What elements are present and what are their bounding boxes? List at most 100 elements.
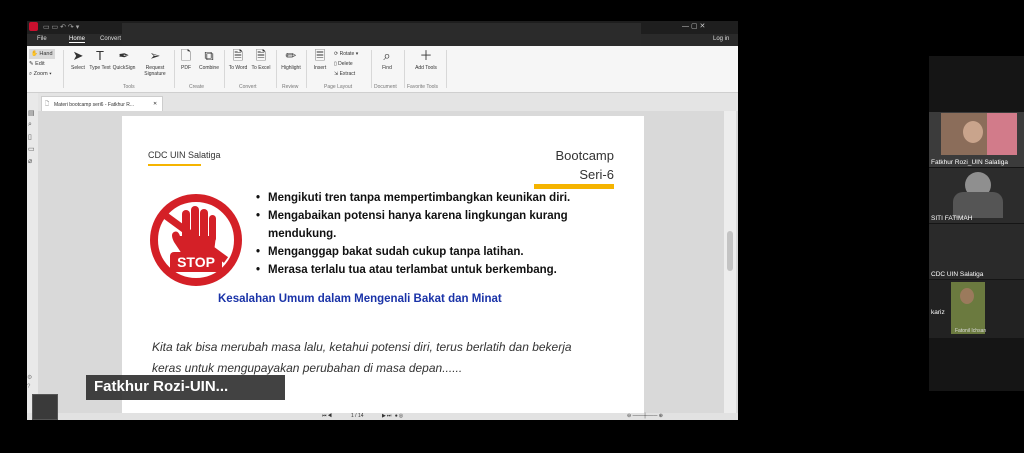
bullet-item: • Mengabaikan potensi hanya karena lingku… [256,210,568,222]
participant-face [960,288,974,304]
menu-file[interactable]: File [37,36,47,42]
shared-screen-app-window: ▭ ▭ ↶ ↷ ▾ — ▢ ✕ File Home Convert Log in… [27,21,738,420]
tool-to-excel[interactable]: 🗎 To Excel [248,48,274,72]
slide-title-line2: Seri-6 [579,167,614,182]
separator [446,50,447,88]
bullet-text: Mengikuti tren tanpa mempertimbangkan ke… [268,192,571,204]
group-label-convert: Convert [239,84,257,90]
edit-tool-label: Edit [35,61,45,67]
separator [404,50,405,88]
edit-tool[interactable]: ✎ Edit [29,59,55,69]
bullet-text: Merasa terlalu tua atau terlambat untuk … [268,264,557,276]
tool-find[interactable]: ⌕ Find [374,48,400,72]
page-nav-prev-icons[interactable]: ⏮◀ [322,413,333,419]
group-label-create: Create [189,84,205,90]
combine-icon: ⧉ [204,48,214,63]
type-text-icon: T [96,48,104,63]
active-speaker-name: Fatkhur Rozi-UIN... [94,378,229,395]
tool-label: Request Signature [144,65,166,77]
bullet-item: • Menganggap bakat sudah cukup tanpa lati… [256,246,524,258]
quick-access-icons[interactable]: ▭ ▭ ↶ ↷ ▾ [43,23,79,31]
page-nav-next-icons[interactable]: ▶⏭ ●◎ [382,413,404,419]
insert-icon: 🗏 [314,48,326,63]
video-background [987,113,1017,155]
app-logo-icon [29,22,38,31]
search-panel-icon[interactable]: ⌕ [28,121,32,129]
tool-add-tools[interactable]: ＋ Add Tools [413,49,439,72]
document-tab[interactable]: 🗋 Materi bootcamp seri6 - Fatkhur R... ✕ [41,96,163,112]
document-tab-strip: 🗋 Materi bootcamp seri6 - Fatkhur R... ✕ [38,93,738,112]
close-tab-icon[interactable]: ✕ [153,101,157,107]
hand-icon: ✋ [31,51,38,57]
help-icon[interactable]: ? [27,384,30,390]
scrollbar-thumb[interactable] [727,231,733,271]
rotate-icon: ⟳ [334,51,339,57]
settings-icon[interactable]: ⚙ [27,374,32,381]
separator [371,50,372,88]
bullet-text: Mengabaikan potensi hanya karena lingkun… [268,210,568,222]
slide-brand: CDC UIN Salatiga [148,150,221,160]
participant-name: SITI FATIMAH [931,215,973,222]
tool-label: Insert [313,65,327,71]
status-bar: ⏮◀ 1 / 14 ▶⏭ ●◎ ⊖ ───┼─── ⊕ [27,413,738,420]
thumbnails-icon[interactable]: ▤ [28,109,35,117]
pen-icon: ✒ [118,48,130,63]
hand-tool[interactable]: ✋ Hand [29,49,55,59]
search-icon: ⌕ [383,48,391,63]
zoom-slider[interactable]: ⊖ ───┼─── ⊕ [627,413,663,419]
tool-combine[interactable]: ⧉ Combine [196,48,222,72]
comment-icon[interactable]: ▭ [28,145,35,153]
document-viewer[interactable]: CDC UIN Salatiga Bootcamp Seri-6 STOP • … [38,111,738,413]
participant-name: kariz [931,309,945,316]
bullet-continuation: mendukung. [256,225,570,243]
bookmark-icon[interactable]: ▯ [28,133,32,141]
window-controls[interactable]: — ▢ ✕ [682,22,705,30]
to-excel-icon: 🗎 [255,48,267,63]
bullet-text: mendukung. [268,228,337,240]
separator [63,50,64,88]
tool-label: Highlight [281,65,301,71]
participant-name: Fatkhur Rozi_UIN Salatiga [931,159,1008,166]
stop-text: STOP [177,254,215,270]
document-icon: 🗋 [45,101,50,107]
slide-page: CDC UIN Salatiga Bootcamp Seri-6 STOP • … [122,116,644,413]
tool-label: Extract [339,71,356,77]
tool-rotate[interactable]: ⟳ Rotate ▾ [334,49,358,59]
participant-tile[interactable]: Fatkhur Rozi_UIN Salatiga [929,112,1024,167]
participant-caption: Fatonil Ichsan [955,328,987,334]
tool-label: QuickSign [112,65,136,71]
attachment-icon[interactable]: ⌀ [28,157,32,165]
zoom-tool[interactable]: ⌕ Zoom ▾ [29,69,55,79]
send-icon: ➢ [149,48,161,63]
group-label-document: Document [374,84,397,90]
tool-extract[interactable]: ⇲ Extract [334,69,358,79]
participant-tile[interactable]: SITI FATIMAH [929,168,1024,223]
tool-type-text[interactable]: T Type Text [87,48,113,72]
participant-tile[interactable]: CDC UIN Salatiga [929,224,1024,279]
bullet-item: • Merasa terlalu tua atau terlambat untuk… [256,264,557,276]
slide-subheading: Kesalahan Umum dalam Mengenali Bakat dan… [218,293,502,305]
page-layout-stack: ⟳ Rotate ▾ ▯ Delete ⇲ Extract [334,49,358,79]
tool-label: Type Text [89,65,111,71]
page-indicator[interactable]: 1 / 14 [351,413,364,419]
tool-insert[interactable]: 🗏 Insert [307,48,333,72]
tool-label: Delete [338,61,353,67]
self-view-thumbnail[interactable] [32,394,58,420]
left-tool-stack: ✋ Hand ✎ Edit ⌕ Zoom ▾ [29,49,55,79]
tool-highlight[interactable]: ✏ Highlight [278,49,304,72]
participant-name: CDC UIN Salatiga [931,271,984,278]
tool-label: To Excel [251,65,271,71]
participant-tile[interactable]: kariz Fatonil Ichsan [929,280,1024,338]
tool-delete[interactable]: ▯ Delete [334,59,358,69]
edit-icon: ✎ [29,61,34,67]
brand-underline [148,164,201,166]
slide-bullet-list: • Mengikuti tren tanpa mempertimbangkan k… [256,189,570,279]
bullet-text: Menganggap bakat sudah cukup tanpa latih… [268,246,524,258]
tool-request-signature[interactable]: ➢ Request Signature [140,48,170,78]
tool-quicksign[interactable]: ✒ QuickSign [111,48,137,72]
menu-convert[interactable]: Convert [100,36,121,42]
menu-home[interactable]: Home [69,36,86,43]
extract-icon: ⇲ [334,71,339,77]
login-link[interactable]: Log in [713,36,729,42]
vertical-scrollbar[interactable] [724,111,736,413]
